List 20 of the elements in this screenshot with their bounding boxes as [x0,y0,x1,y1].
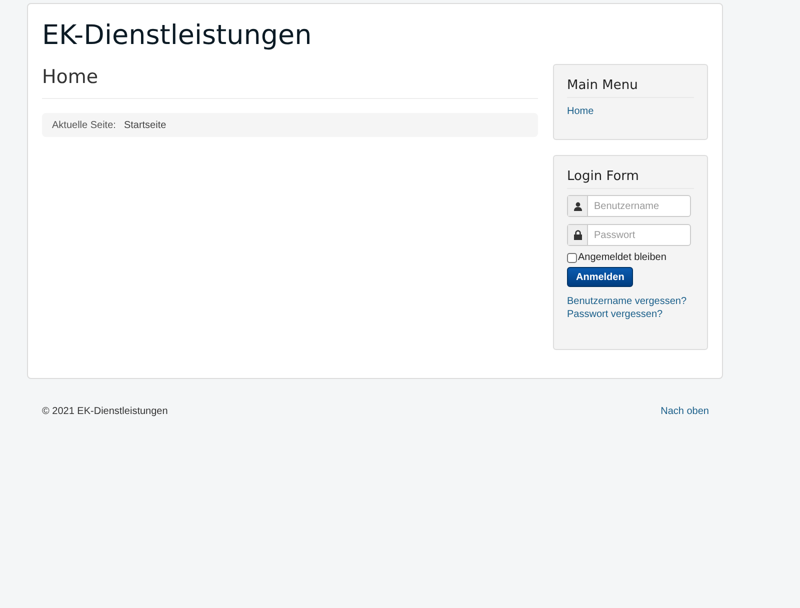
lock-icon [574,230,582,240]
remember-checkbox[interactable] [567,252,577,262]
password-input-group[interactable]: Passwort [567,224,691,246]
back-to-top-link[interactable]: Nach oben [660,406,709,417]
forgot-link[interactable]: Benutzername vergessen? [567,295,687,308]
menu-link[interactable]: Home [567,106,594,117]
page-title: Home [42,65,98,90]
copyright-text: © 2021 EK-Dienstleistungen [42,406,168,417]
breadcrumb-current: Startseite [124,120,166,130]
password-field[interactable]: Passwort [588,225,690,245]
panel-title: Main Menu [567,77,638,95]
username-field[interactable]: Benutzername [588,196,690,216]
site-title: EK-Dienstleistungen [42,19,312,53]
breadcrumb-label: Aktuelle Seite: [52,120,116,130]
user-icon [574,202,582,210]
forgot-link[interactable]: Passwort vergessen? [567,308,663,321]
panel-title: Login Form [567,168,639,186]
remember-label: Angemeldet bleiben [578,252,666,263]
username-input-group[interactable]: Benutzername [567,195,691,217]
login-button[interactable]: Anmelden [567,267,634,287]
